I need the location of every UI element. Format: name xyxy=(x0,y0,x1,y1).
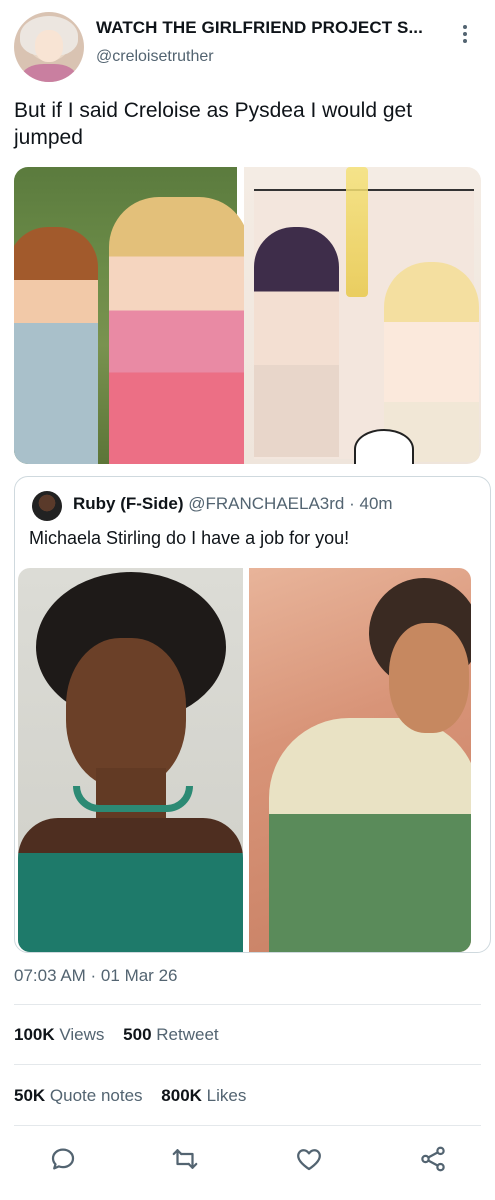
retweets-stat[interactable]: 500 Retweet xyxy=(123,1025,218,1044)
share-icon[interactable] xyxy=(418,1144,448,1174)
stats-row-quotes-likes: 50K Quote notes 800K Likes xyxy=(14,1086,260,1106)
quoted-separator: · xyxy=(349,494,355,513)
comic-figure-body xyxy=(269,718,471,952)
comic-figure-dark-hair xyxy=(254,227,339,457)
divider xyxy=(14,1125,481,1126)
photo-necklace xyxy=(73,786,193,812)
tweet-text: But if I said Creloise as Pysdea I would… xyxy=(14,99,413,149)
author-display-name[interactable]: WATCH THE GIRLFRIEND PROJECT S... xyxy=(96,18,441,38)
avatar-dress xyxy=(22,64,76,82)
photo-face xyxy=(66,638,186,788)
retweets-count: 500 xyxy=(123,1025,152,1044)
likes-count: 800K xyxy=(161,1086,202,1105)
quotes-count: 50K xyxy=(14,1086,46,1105)
quoted-text: Michaela Stirling do I have a job for yo… xyxy=(29,528,350,548)
photo-dress xyxy=(18,818,243,952)
photo-figure-redhead xyxy=(14,227,98,464)
comic-figure-face xyxy=(389,623,469,733)
comic-sound-effect xyxy=(346,167,368,297)
views-label: Views xyxy=(59,1025,105,1044)
more-vertical-icon[interactable] xyxy=(455,22,475,48)
views-stat[interactable]: 100K Views xyxy=(14,1025,104,1044)
quoted-author-name[interactable]: Ruby (F-Side) xyxy=(73,494,184,513)
quoted-author-handle[interactable]: @FRANCHAELA3rd xyxy=(188,494,344,513)
heart-icon[interactable] xyxy=(294,1144,324,1174)
author-handle[interactable]: @creloisetruther xyxy=(96,48,214,66)
reply-icon[interactable] xyxy=(48,1144,78,1174)
comic-speech-bubble xyxy=(354,429,414,464)
author-avatar[interactable] xyxy=(14,12,84,82)
quoted-time: 40m xyxy=(359,494,393,513)
quoted-tweet[interactable]: Ruby (F-Side) @FRANCHAELA3rd · 40m Micha… xyxy=(14,476,491,953)
tweet-timestamp: 07:03 AM · 01 Mar 26 xyxy=(14,966,178,985)
retweets-label: Retweet xyxy=(156,1025,219,1044)
quotes-label: Quote notes xyxy=(49,1086,143,1105)
media-photo-left[interactable] xyxy=(14,167,249,464)
photo-figure-blonde xyxy=(109,197,249,464)
tweet-media[interactable] xyxy=(14,167,481,464)
likes-label: Likes xyxy=(206,1086,247,1105)
divider xyxy=(14,1064,481,1065)
stats-row-views-retweets: 100K Views 500 Retweet xyxy=(14,1025,233,1045)
quotes-stat[interactable]: 50K Quote notes xyxy=(14,1086,143,1105)
quoted-photo-right[interactable] xyxy=(249,568,471,952)
action-bar xyxy=(0,1136,495,1182)
likes-stat[interactable]: 800K Likes xyxy=(161,1086,246,1105)
tweet-header: WATCH THE GIRLFRIEND PROJECT S... @crelo… xyxy=(0,0,495,90)
avatar-face xyxy=(35,30,63,62)
quoted-photo-left[interactable] xyxy=(18,568,243,952)
quoted-author-avatar[interactable] xyxy=(32,491,62,521)
retweet-icon[interactable] xyxy=(170,1144,200,1174)
quoted-media[interactable] xyxy=(18,568,471,952)
divider xyxy=(14,1004,481,1005)
quoted-author-line: Ruby (F-Side) @FRANCHAELA3rd · 40m xyxy=(73,494,393,514)
views-count: 100K xyxy=(14,1025,55,1044)
media-photo-right[interactable] xyxy=(244,167,481,464)
